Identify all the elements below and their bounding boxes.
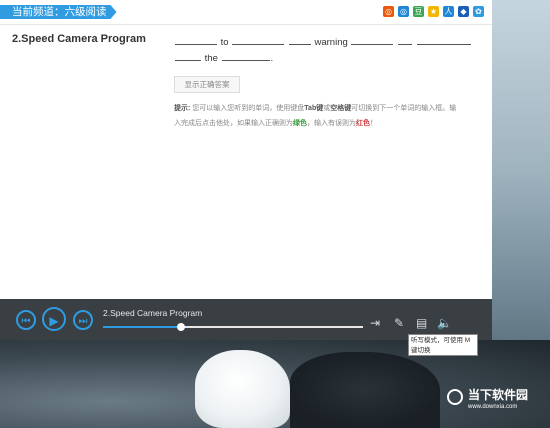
- question-title: 2.Speed Camera Program: [12, 33, 146, 45]
- dictation-sentence: to warning the .: [174, 34, 474, 66]
- answer-input[interactable]: [221, 50, 270, 61]
- watermark-logo: [447, 389, 463, 405]
- progress-knob[interactable]: [177, 323, 185, 331]
- previous-button[interactable]: ⏮: [16, 310, 36, 330]
- progress-fill: [103, 326, 181, 328]
- word-the: the: [204, 53, 218, 64]
- douban-icon[interactable]: 豆: [413, 6, 424, 17]
- rss-icon[interactable]: ◎: [383, 6, 394, 17]
- skip-back-icon: ⏮: [21, 316, 31, 327]
- renren-icon[interactable]: 人: [443, 6, 454, 17]
- share-icons: ◎ ◎ 豆 ★ 人 ◆ ✿: [383, 6, 484, 17]
- watermark-title: 当下软件园: [468, 388, 529, 402]
- weibo-icon[interactable]: ◎: [398, 6, 409, 17]
- text-mode-icon[interactable]: ▤: [416, 317, 428, 329]
- answer-input[interactable]: [232, 34, 285, 45]
- mode-tooltip: 听写模式，可使用 M 键切换: [408, 334, 478, 356]
- show-answer-button[interactable]: 显示正确答案: [174, 76, 240, 93]
- answer-input[interactable]: [175, 50, 201, 61]
- app-window: 当前频道：六级阅读 ◎ ◎ 豆 ★ 人 ◆ ✿ 2.Speed Camera Program…: [0, 0, 492, 340]
- play-icon: ▶: [49, 314, 59, 328]
- answer-input[interactable]: [398, 34, 413, 45]
- progress-bar[interactable]: [103, 323, 363, 331]
- watermark-url: www.downxia.com: [468, 404, 518, 410]
- word-warning: warning: [314, 37, 348, 48]
- answer-input[interactable]: [351, 34, 394, 45]
- answer-input[interactable]: [288, 34, 311, 45]
- volume-icon[interactable]: 🔈: [437, 317, 452, 329]
- answer-input[interactable]: [175, 34, 217, 45]
- qq-zone-icon[interactable]: ★: [428, 6, 439, 17]
- qq-icon[interactable]: ◆: [458, 6, 469, 17]
- cat-body: [290, 352, 440, 428]
- dictation-mode-icon[interactable]: ✎: [394, 317, 406, 329]
- hint-text: 提示: 您可以输入您听到的单词，使用键盘Tab键或空格键可切换到下一个单词的输入…: [174, 105, 457, 127]
- sentence-end: .: [270, 53, 274, 64]
- skip-forward-icon: ⏭: [78, 316, 88, 327]
- next-button[interactable]: ⏭: [73, 310, 93, 330]
- answer-input[interactable]: [416, 34, 471, 45]
- play-button[interactable]: ▶: [42, 307, 66, 331]
- track-title: 2.Speed Camera Program: [103, 308, 203, 318]
- cat-paw: [195, 350, 290, 428]
- sina-icon[interactable]: ✿: [473, 6, 484, 17]
- export-icon[interactable]: ⇥: [370, 317, 382, 329]
- top-bar: 当前频道：六级阅读 ◎ ◎ 豆 ★ 人 ◆ ✿: [0, 0, 492, 25]
- breadcrumb[interactable]: 当前频道：六级阅读: [0, 5, 117, 19]
- word-to: to: [220, 37, 229, 48]
